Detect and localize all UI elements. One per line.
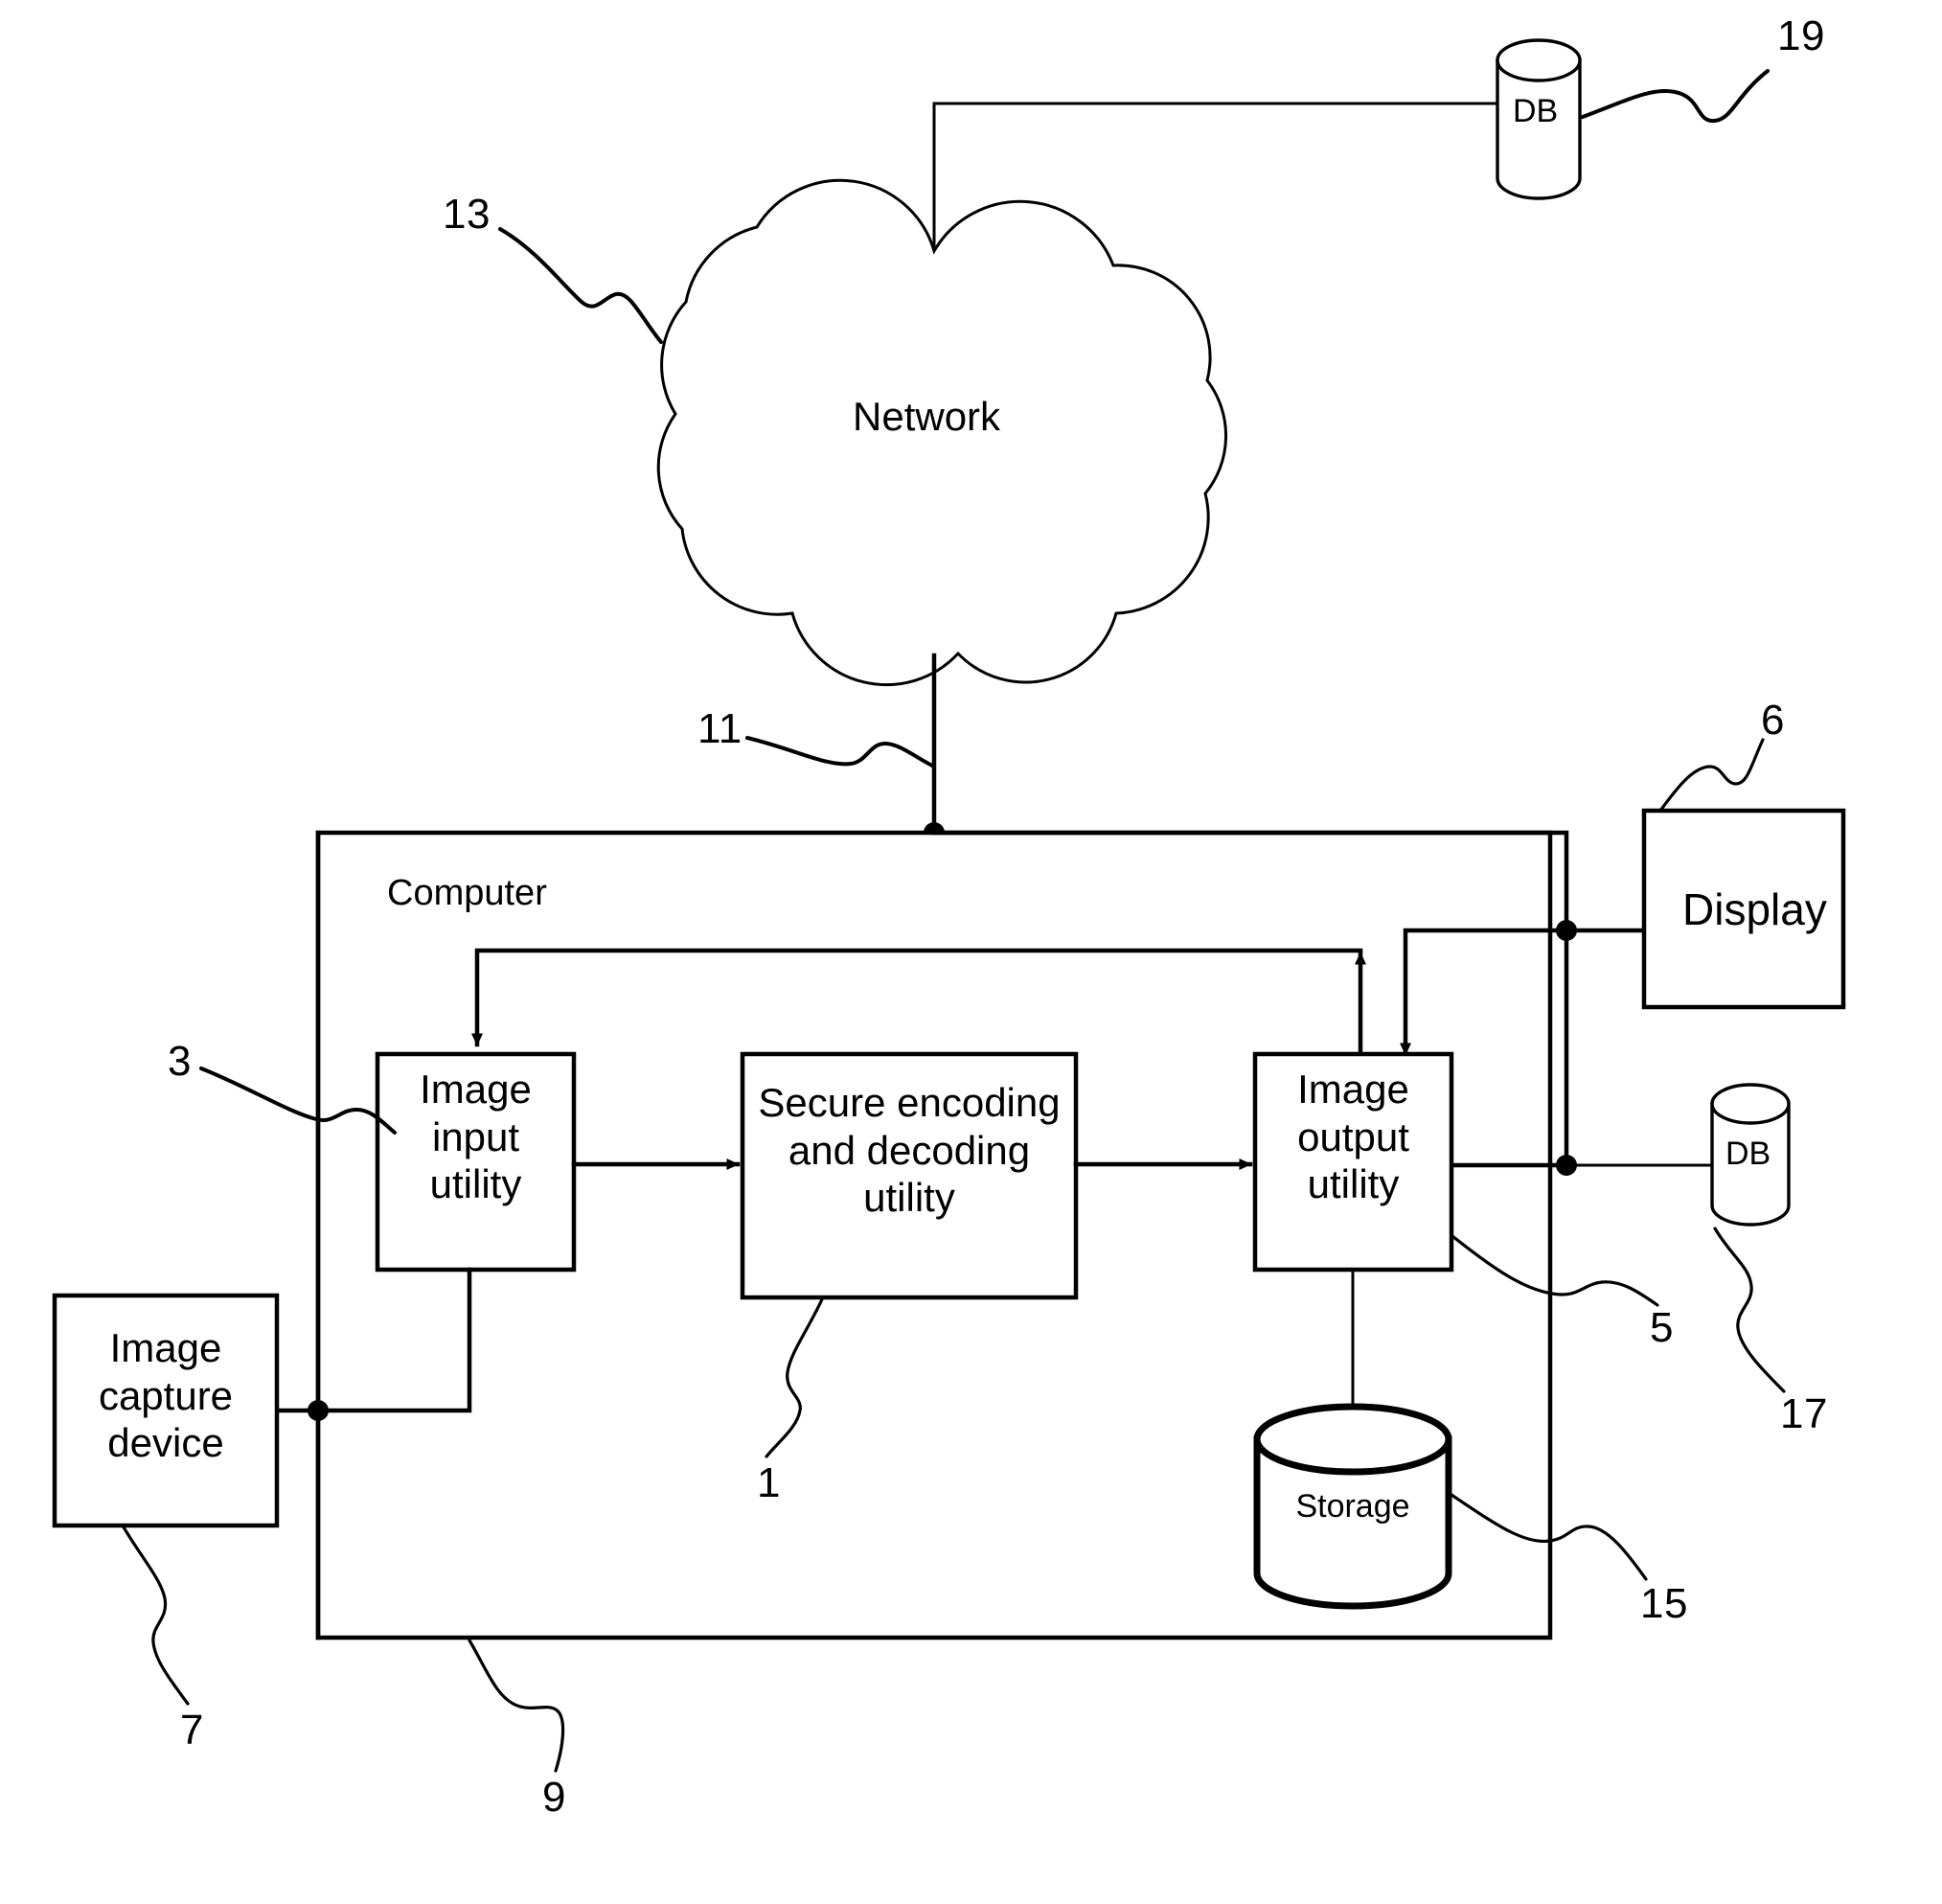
image-input-utility-label: Image input utility bbox=[420, 1067, 532, 1207]
display-label: Display bbox=[1682, 884, 1827, 934]
leader-17 bbox=[1713, 1227, 1786, 1393]
leader-13 bbox=[498, 227, 663, 344]
storage-label: Storage bbox=[1295, 1488, 1410, 1525]
leader-11 bbox=[745, 736, 936, 768]
leader-9 bbox=[468, 1639, 565, 1773]
image-output-utility-label: Image output utility bbox=[1297, 1067, 1409, 1207]
ref-numeral-15: 15 bbox=[1640, 1580, 1688, 1627]
db-right-label: DB bbox=[1725, 1136, 1771, 1172]
ref-numeral-19: 19 bbox=[1777, 12, 1825, 59]
network-label: Network bbox=[853, 394, 1001, 439]
db-top-label: DB bbox=[1513, 93, 1559, 129]
ref-numeral-9: 9 bbox=[542, 1774, 566, 1821]
ref-numeral-6: 6 bbox=[1761, 697, 1785, 744]
leader-7 bbox=[121, 1524, 190, 1706]
secure-codec-utility-label: Secure encoding and decoding utility bbox=[758, 1080, 1061, 1221]
ref-numeral-17: 17 bbox=[1780, 1390, 1828, 1437]
computer-label: Computer bbox=[387, 873, 547, 913]
ref-numeral-7: 7 bbox=[180, 1707, 204, 1754]
leader-6 bbox=[1658, 738, 1765, 813]
ref-numeral-11: 11 bbox=[697, 705, 743, 752]
image-capture-device-label: Image capture device bbox=[98, 1325, 234, 1466]
ref-numeral-5: 5 bbox=[1650, 1304, 1674, 1351]
patent-figure: 19 13 6 11 3 1 5 17 15 7 9 DB Network Co… bbox=[0, 0, 1942, 1904]
ref-numeral-1: 1 bbox=[757, 1459, 781, 1506]
ref-numeral-13: 13 bbox=[443, 191, 491, 238]
ref-numeral-3: 3 bbox=[168, 1038, 192, 1085]
leader-19 bbox=[1581, 69, 1770, 124]
